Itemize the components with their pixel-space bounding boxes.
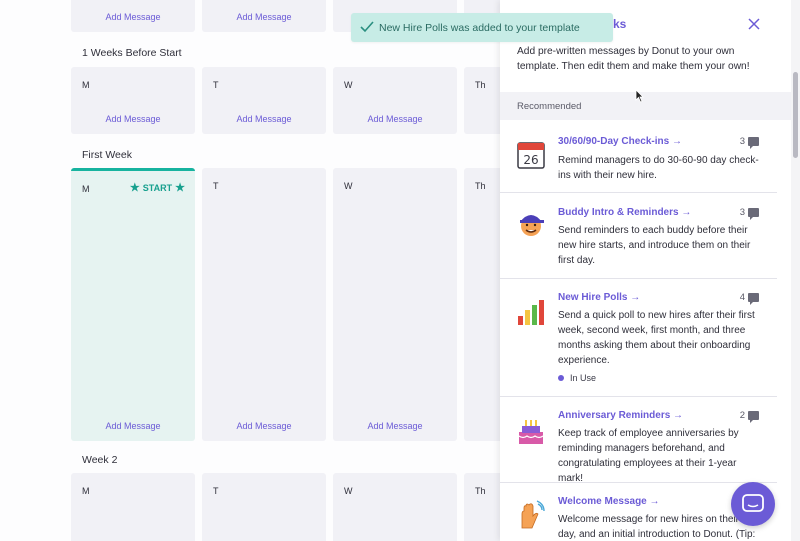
day-letter: M [82,184,90,194]
calendar-day: 26 [523,153,538,167]
add-message-link[interactable]: Add Message [333,421,457,431]
message-count-value: 2 [739,410,745,421]
chat-bubble-icon [748,411,759,423]
add-message-link[interactable]: Add Message [202,421,326,431]
day-card-wednesday[interactable]: W Add Message [333,67,457,134]
chat-bubble-icon [748,137,759,149]
day-letter: W [344,486,353,496]
day-card-monday[interactable]: M [71,473,195,541]
pack-description: Send reminders to each buddy before thei… [558,225,751,266]
pack-description: Keep track of employee anniversaries by … [558,428,739,484]
day-card: Add Message [71,0,195,32]
day-letter: Th [475,80,486,90]
add-message-link[interactable]: Add Message [71,12,195,22]
add-message-link[interactable]: Add Message [202,12,326,22]
pack-title[interactable]: Welcome Message → [558,496,660,507]
success-toast: New Hire Polls was added to your templat… [351,13,613,42]
message-count: 2 [739,410,759,423]
check-icon [360,21,374,33]
close-icon[interactable] [747,17,761,31]
add-message-link[interactable]: Add Message [202,114,326,124]
page-scrollbar[interactable] [791,0,800,541]
day-card-tuesday[interactable]: T Add Message [202,168,326,441]
week-title: Week 2 [82,454,118,466]
star-icon: ★ [129,182,140,194]
add-message-link[interactable]: Add Message [71,114,195,124]
recommended-header: Recommended [500,92,791,120]
day-card-wednesday[interactable]: W Add Message [333,168,457,441]
buddy-avatar-icon [520,215,544,236]
day-card-tuesday[interactable]: T [202,473,326,541]
day-letter: M [82,80,90,90]
scroll-thumb[interactable] [793,72,798,158]
day-card-wednesday[interactable]: W [333,473,457,541]
message-count: 3 [739,207,759,220]
message-count: 3 [739,136,759,149]
add-message-link[interactable]: Add Message [71,421,195,431]
star-icon: ★ [175,182,185,194]
week-title: 1 Weeks Before Start [82,47,182,59]
chat-launcher-button[interactable] [731,482,775,526]
pack-item-new-hire-polls[interactable]: New Hire Polls → 4 Send a quick poll to … [500,280,777,397]
day-card-monday[interactable]: M Add Message [71,67,195,134]
pack-description: Send a quick poll to new hires after the… [558,310,755,366]
day-letter: W [344,181,353,191]
day-card-start-monday[interactable]: M ★ START ★ Add Message [71,168,195,441]
day-letter: T [213,181,219,191]
pack-title[interactable]: New Hire Polls → [558,292,640,303]
pack-item-checkins[interactable]: 26 30/60/90-Day Check-ins → 3 Remind man… [500,124,777,193]
message-packs-panel: ks Add pre-written messages by Donut to … [500,0,791,541]
bar-chart-icon [518,300,544,325]
pack-title[interactable]: Buddy Intro & Reminders → [558,207,691,218]
message-count-value: 4 [739,292,745,303]
pack-description: Remind managers to do 30-60-90 day check… [558,155,759,181]
pack-item-anniversary[interactable]: Anniversary Reminders → 2 Keep track of … [500,398,777,484]
pack-title[interactable]: 30/60/90-Day Check-ins → [558,136,682,147]
day-card-tuesday[interactable]: T Add Message [202,67,326,134]
panel-title: ks [613,17,627,31]
status-dot [558,375,564,381]
in-use-status: In Use [558,373,596,383]
pack-item-buddy[interactable]: Buddy Intro & Reminders → 3 Send reminde… [500,194,777,279]
add-message-link[interactable]: Add Message [333,114,457,124]
recommended-label: Recommended [517,101,582,112]
message-count-value: 3 [739,136,745,147]
pack-title[interactable]: Anniversary Reminders → [558,410,683,421]
start-label: START [142,182,173,193]
calendar-icon: 26 [517,142,545,169]
start-badge: ★ START ★ [130,181,185,194]
pack-description: Welcome message for new hires on their f… [558,514,758,540]
chat-bubble-icon [748,293,759,305]
day-letter: Th [475,181,486,191]
panel-intro: Add pre-written messages by Donut to you… [517,46,750,72]
status-label: In Use [570,373,597,383]
day-letter: W [344,80,353,90]
week-title: First Week [82,149,132,161]
day-letter: T [213,486,219,496]
day-letter: Th [475,486,486,496]
chat-icon [742,494,764,512]
day-letter: M [82,486,90,496]
message-count-value: 3 [739,207,745,218]
mouse-cursor-icon [635,89,644,103]
day-letter: T [213,80,219,90]
chat-bubble-icon [748,208,759,220]
cake-icon [518,420,544,444]
day-card: Add Message [202,0,326,32]
toast-message: New Hire Polls was added to your templat… [379,21,580,34]
waving-hand-icon [521,500,545,529]
message-count: 4 [739,292,759,305]
